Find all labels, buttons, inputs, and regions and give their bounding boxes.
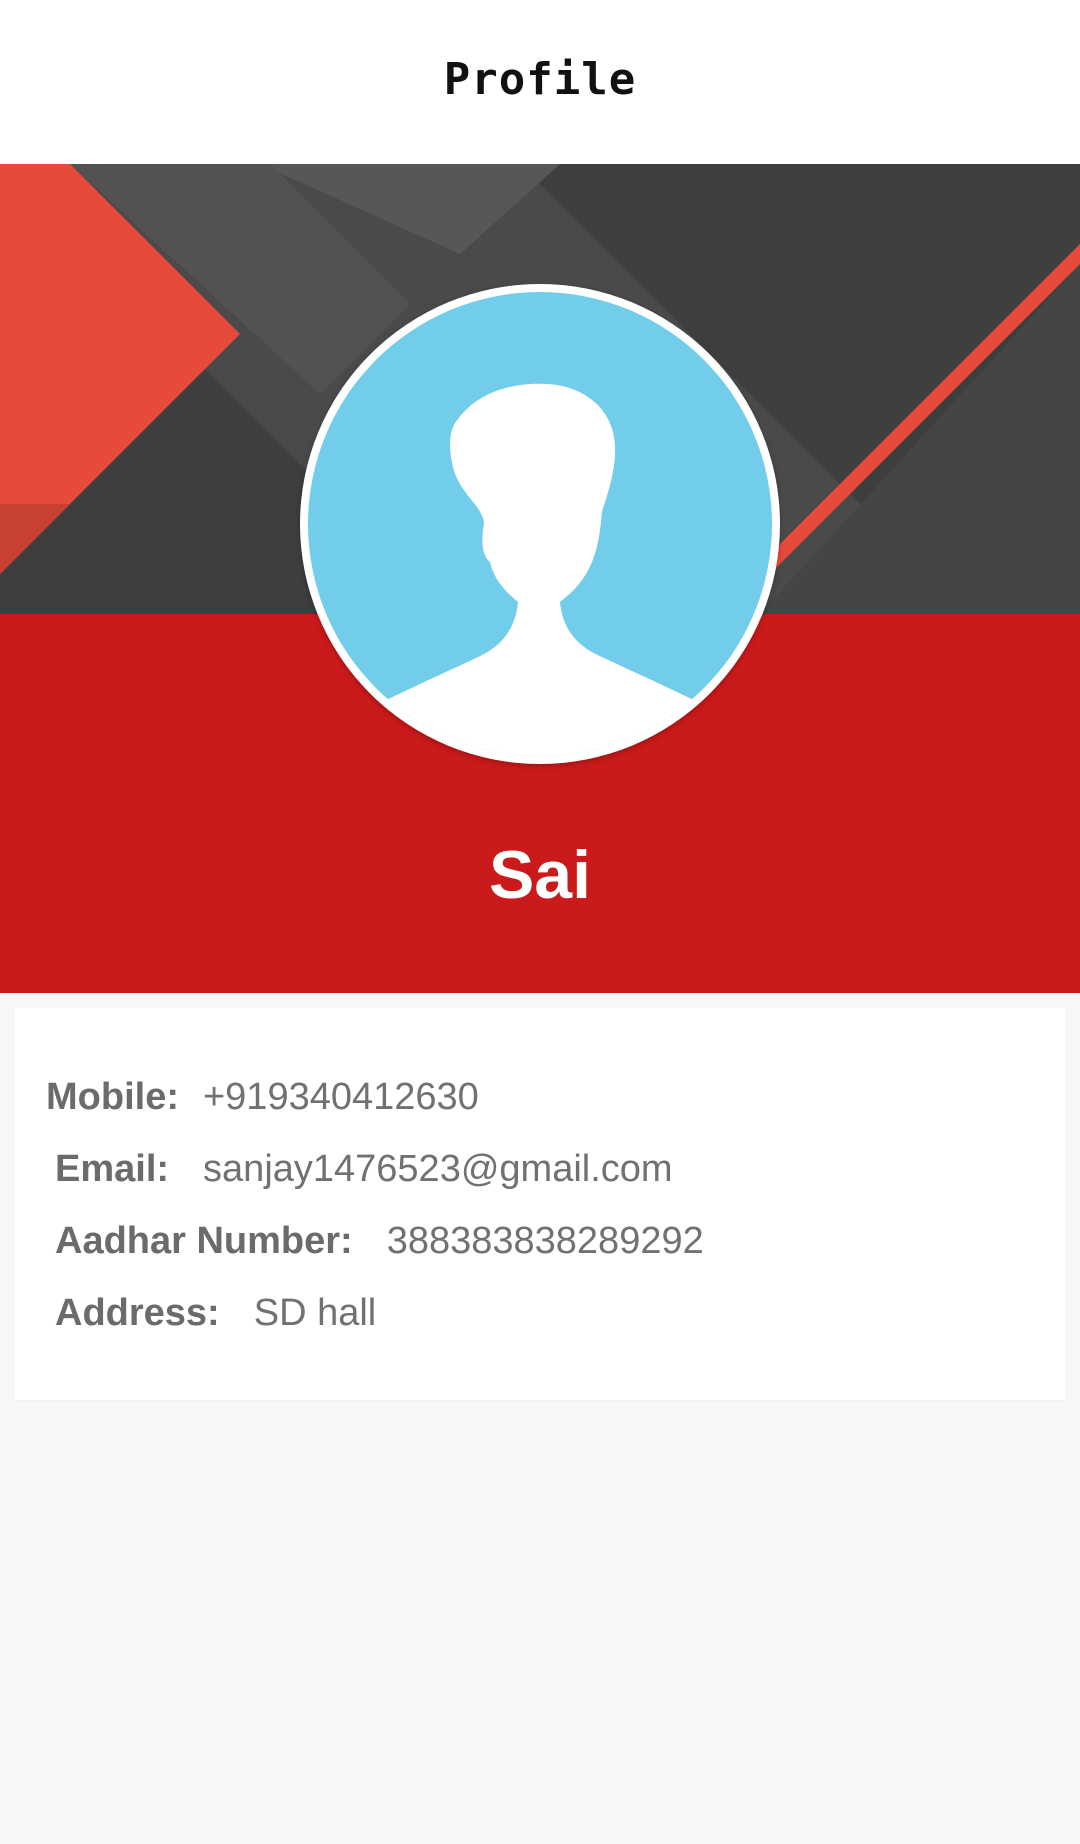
default-user-silhouette-icon — [362, 383, 718, 756]
page-title: Profile — [443, 53, 637, 105]
address-value: SD hall — [253, 1292, 377, 1334]
mobile-row: Mobile: +919340412630 — [46, 1076, 479, 1119]
aadhar-value: 388383838289292 — [386, 1220, 704, 1262]
avatar-image — [308, 292, 772, 756]
mobile-label: Mobile: — [46, 1076, 179, 1118]
profile-details-card: Mobile: +919340412630 Email: sanjay1476523… — [15, 1008, 1065, 1400]
aadhar-label: Aadhar Number: — [55, 1220, 353, 1262]
email-row: Email: sanjay1476523@gmail.com — [55, 1148, 673, 1191]
address-label: Address: — [55, 1292, 220, 1334]
user-name: Sai — [488, 837, 592, 913]
app-bar: Profile — [0, 0, 1080, 164]
aadhar-row: Aadhar Number: 388383838289292 — [55, 1220, 704, 1263]
mobile-value: +919340412630 — [202, 1076, 479, 1118]
email-value: sanjay1476523@gmail.com — [203, 1148, 673, 1190]
email-label: Email: — [55, 1148, 170, 1190]
address-row: Address: SD hall — [55, 1292, 376, 1335]
avatar[interactable] — [300, 284, 780, 764]
